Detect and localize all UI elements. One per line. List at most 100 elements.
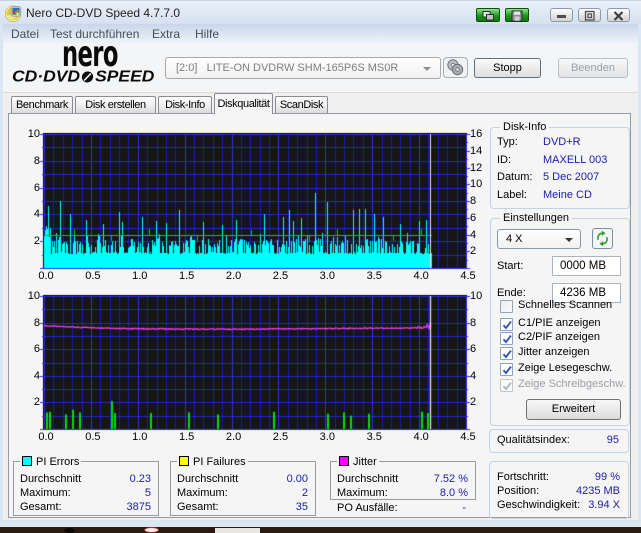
stat-row-label: Maximum: xyxy=(20,487,71,499)
disk-info-row-label: ID: xyxy=(497,153,512,166)
tab-scandisk[interactable]: ScanDisk xyxy=(275,96,328,114)
desktop-artifact xyxy=(64,528,75,533)
axis-tick-label: 0.0 xyxy=(38,431,54,443)
axis-tick-label: 4 xyxy=(33,369,40,382)
drive-select[interactable]: [2:0] LITE-ON DVDRW SHM-165P6S MS0R xyxy=(165,57,441,79)
stat-row-value: 35 xyxy=(295,501,308,513)
axis-tick-label: 1.0 xyxy=(132,431,148,443)
checkbox-zeige-schreibgeschw[interactable] xyxy=(500,379,513,392)
axis-tick-label: 4.5 xyxy=(460,431,476,443)
progress-group: Fortschritt: 99 % Position: 4235 MB Gesc… xyxy=(489,461,629,519)
end-label: Ende: xyxy=(497,287,526,299)
stat-row-label: Maximum: xyxy=(177,487,228,499)
drive-select-value: [2:0] LITE-ON DVDRW SHM-165P6S MS0R xyxy=(176,62,399,74)
checkbox-c2-pif-anzeigen[interactable] xyxy=(500,332,513,345)
tab-benchmark[interactable]: Benchmark xyxy=(11,96,73,114)
disk-info-row-value: MAXELL 003 xyxy=(543,153,608,166)
check-icon xyxy=(502,366,512,375)
progress-label: Fortschritt: xyxy=(497,471,549,483)
check-icon xyxy=(502,382,512,391)
stat-row-label: Gesamt: xyxy=(20,501,62,513)
exit-button[interactable]: Beenden xyxy=(558,58,628,78)
axis-tick-label: 0.0 xyxy=(38,270,54,282)
check-icon xyxy=(502,321,512,330)
disk-info-title: Disk-Info xyxy=(500,121,550,133)
stat-row-value: 7.52 % xyxy=(433,473,468,485)
save-icon xyxy=(511,10,523,22)
maximize-icon xyxy=(584,10,595,21)
settings-title: Einstellungen xyxy=(500,212,573,224)
start-input[interactable]: 0000 MB xyxy=(552,256,621,276)
discs-icon xyxy=(447,59,464,76)
tab-disk-info[interactable]: Disk-Info xyxy=(158,96,212,114)
save-screenshot-button[interactable] xyxy=(505,8,529,22)
stop-button[interactable]: Stopp xyxy=(474,58,541,78)
stat-row-value: 8.0 % xyxy=(439,487,468,499)
axis-tick-label: 8 xyxy=(33,316,40,329)
checkbox-jitter-anzeigen[interactable] xyxy=(500,347,513,360)
eject-button[interactable] xyxy=(443,57,468,78)
refresh-icon xyxy=(597,230,608,247)
tab-disk-erstellen[interactable]: Disk erstellen xyxy=(75,96,156,114)
desktop-artifact xyxy=(144,527,159,533)
speed-select[interactable]: 4 X xyxy=(497,229,581,249)
desktop-strip xyxy=(0,527,641,533)
jitter-box-legend-swatch xyxy=(339,456,349,466)
axis-tick-label: 3.5 xyxy=(366,270,382,282)
disc-glyph xyxy=(81,71,94,83)
jitter-chart xyxy=(38,291,474,436)
axis-tick-label: 2.0 xyxy=(225,270,242,282)
checkbox-label: C1/PIE anzeigen xyxy=(518,317,601,329)
axis-tick-label: 4 xyxy=(33,208,40,221)
start-label: Start: xyxy=(497,260,524,272)
axis-tick-label: 2 xyxy=(33,235,40,248)
copy-screenshot-button[interactable] xyxy=(476,8,500,22)
minimize-icon xyxy=(557,15,566,18)
application-window: Nero CD-DVD Speed 4.7.7.0 Datei Test dur… xyxy=(0,0,641,533)
pi-errors-box-legend-swatch xyxy=(22,456,32,466)
refresh-button[interactable] xyxy=(592,228,613,249)
speed-select-value: 4 X xyxy=(506,233,523,245)
menu-hilfe[interactable]: Hilfe xyxy=(195,27,219,41)
jitter-box: Jitter Durchschnitt 7.52 % Maximum: 8.0 % xyxy=(330,456,476,500)
quality-value: 95 xyxy=(606,434,619,446)
menu-datei[interactable]: Datei xyxy=(11,27,39,41)
stat-row-value: 3875 xyxy=(126,501,151,513)
stat-row-label: Durchschnitt xyxy=(20,473,82,485)
axis-tick-label: 4.0 xyxy=(413,270,429,282)
tab-diskqualitaet[interactable]: Diskqualität xyxy=(214,93,273,114)
axis-tick-label: 1.0 xyxy=(132,270,148,282)
stat-row-label: Durchschnitt xyxy=(337,473,399,485)
po-failures-value: - xyxy=(462,502,466,514)
checkbox-c1-pie-anzeigen[interactable] xyxy=(500,318,513,331)
axis-tick-label: 2.5 xyxy=(272,431,289,443)
axis-tick-label: 3.0 xyxy=(319,431,335,443)
quality-label: Qualitätsindex: xyxy=(497,434,570,446)
axis-tick-label: 0.5 xyxy=(85,431,101,443)
disk-info-row-label: Datum: xyxy=(497,171,533,183)
pi-failures-box: PI Failures Durchschnitt 0.00 Maximum: 2 Gesa… xyxy=(170,456,316,516)
axis-tick-label: 2.0 xyxy=(225,431,242,443)
check-icon xyxy=(502,350,512,359)
minimize-button[interactable] xyxy=(550,8,573,22)
axis-tick-label: 3.5 xyxy=(366,431,382,443)
checkbox-label: C2/PIF anzeigen xyxy=(518,331,600,343)
check-icon xyxy=(502,335,512,344)
progress-value: 99 % xyxy=(594,471,620,483)
disk-info-row-value: DVD+R xyxy=(543,136,581,148)
maximize-button[interactable] xyxy=(578,8,601,22)
desktop-artifact xyxy=(215,528,260,533)
advanced-button[interactable]: Erweitert xyxy=(526,399,621,420)
stat-row-value: 0.23 xyxy=(129,473,151,485)
disk-info-row-value: 5 Dec 2007 xyxy=(543,171,600,183)
menu-extra[interactable]: Extra xyxy=(152,27,180,41)
checkbox-zeige-lesegeschw[interactable] xyxy=(500,363,513,376)
position-label: Position: xyxy=(497,485,540,497)
dropdown-arrow-icon xyxy=(565,238,573,242)
checkbox-schnelles-scannen[interactable] xyxy=(500,300,513,313)
axis-tick-label: 0.5 xyxy=(85,270,101,282)
logo-subtitle-left: CD·DVD xyxy=(12,66,81,86)
disk-info-row-label: Label: xyxy=(497,188,527,201)
checkbox-label: Schnelles Scannen xyxy=(518,299,613,311)
close-button[interactable] xyxy=(607,8,630,22)
